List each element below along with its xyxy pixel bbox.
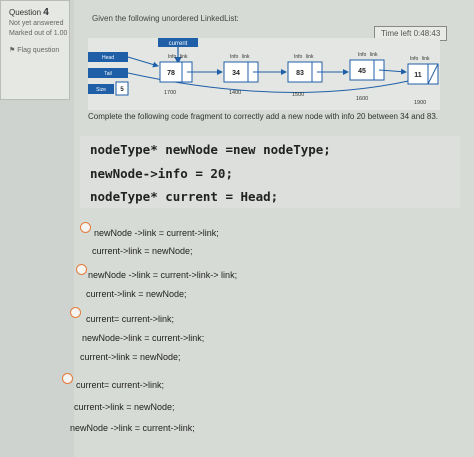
node-1-link-header: link (180, 54, 188, 60)
option-3-line-1: current= current->link; (86, 314, 175, 324)
node-1-address: 1700 (164, 90, 176, 96)
code-line-3: nodeType* current = Head; (90, 189, 279, 204)
option-1-line-1: newNode ->link = current->link; (94, 228, 219, 238)
code-fragment: nodeType* newNode =new nodeType; newNode… (80, 136, 460, 208)
option-4-line-2: current->link = newNode; (74, 402, 175, 412)
linked-list-svg: current Head Tail Size 5 Info link 78 17… (88, 38, 439, 106)
list-node-3: Info link 83 1500 (287, 54, 323, 98)
node-5-info-header: Info (410, 56, 419, 62)
option-3-line-2: newNode->link = current->link; (82, 333, 205, 343)
list-node-2: Info link 34 1400 (223, 54, 259, 96)
flag-question-label: Flag question (17, 47, 60, 54)
question-number: Question 4 (9, 7, 69, 18)
flag-question-link[interactable]: ⚑ Flag question (9, 46, 69, 54)
node-2-info-header: Info (230, 54, 239, 60)
question-status: Not yet answered (9, 20, 64, 27)
option-4-radio[interactable] (62, 373, 73, 384)
option-2-radio[interactable] (76, 264, 87, 275)
question-content: Given the following unordered LinkedList… (62, 0, 474, 457)
option-3-radio[interactable] (70, 307, 81, 318)
linked-list-diagram: current Head Tail Size 5 Info link 78 17… (88, 38, 440, 110)
node-5-link-header: link (422, 56, 430, 62)
flag-icon: ⚑ (9, 47, 16, 54)
node-1-info: 78 (167, 70, 175, 77)
node-4-address: 1600 (356, 96, 368, 102)
node-2-info: 34 (232, 70, 240, 77)
tail-label: Tail (104, 71, 112, 77)
node-3-info: 83 (296, 70, 304, 77)
question-prompt: Given the following unordered LinkedList… (92, 14, 239, 23)
question-text: Complete the following code fragment to … (88, 112, 438, 121)
size-label: Size (96, 87, 106, 93)
code-line-1: nodeType* newNode =new nodeType; (90, 142, 331, 157)
question-info-panel: Question 4 Not yet answered Marked out o… (0, 0, 70, 100)
list-node-1: Info link 78 1700 (159, 54, 193, 96)
node-5-info: 11 (414, 72, 422, 79)
node-1-info-header: Info (168, 54, 177, 60)
node-3-info-header: Info (294, 54, 303, 60)
node-4-link-header: link (370, 52, 378, 58)
node-2-link-header: link (242, 54, 250, 60)
node-3-link-header: link (306, 54, 314, 60)
current-label: current (169, 41, 188, 47)
option-2-line-2: current->link = newNode; (86, 289, 187, 299)
list-node-5: Info link 11 1900 (407, 56, 439, 106)
node-5-address: 1900 (414, 100, 426, 106)
question-label: Question (9, 8, 42, 17)
list-node-4: Info link 45 1600 (349, 52, 385, 102)
node-4-info: 45 (358, 68, 366, 75)
code-line-2: newNode->info = 20; (90, 166, 233, 181)
option-2-line-1: newNode ->link = current->link-> link; (88, 270, 238, 280)
option-3-line-3: current->link = newNode; (80, 352, 181, 362)
option-1-radio[interactable] (80, 222, 91, 233)
question-marks: Marked out of 1.00 (9, 30, 68, 37)
head-label: Head (102, 55, 114, 61)
node-3-address: 1500 (292, 92, 304, 98)
node-2-address: 1400 (229, 90, 241, 96)
option-1-line-2: current->link = newNode; (92, 246, 193, 256)
node-4-info-header: Info (358, 52, 367, 58)
option-4-line-3: newNode ->link = current->link; (70, 423, 195, 433)
option-4-line-1: current= current->link; (76, 380, 165, 390)
question-number-value: 4 (43, 7, 49, 18)
